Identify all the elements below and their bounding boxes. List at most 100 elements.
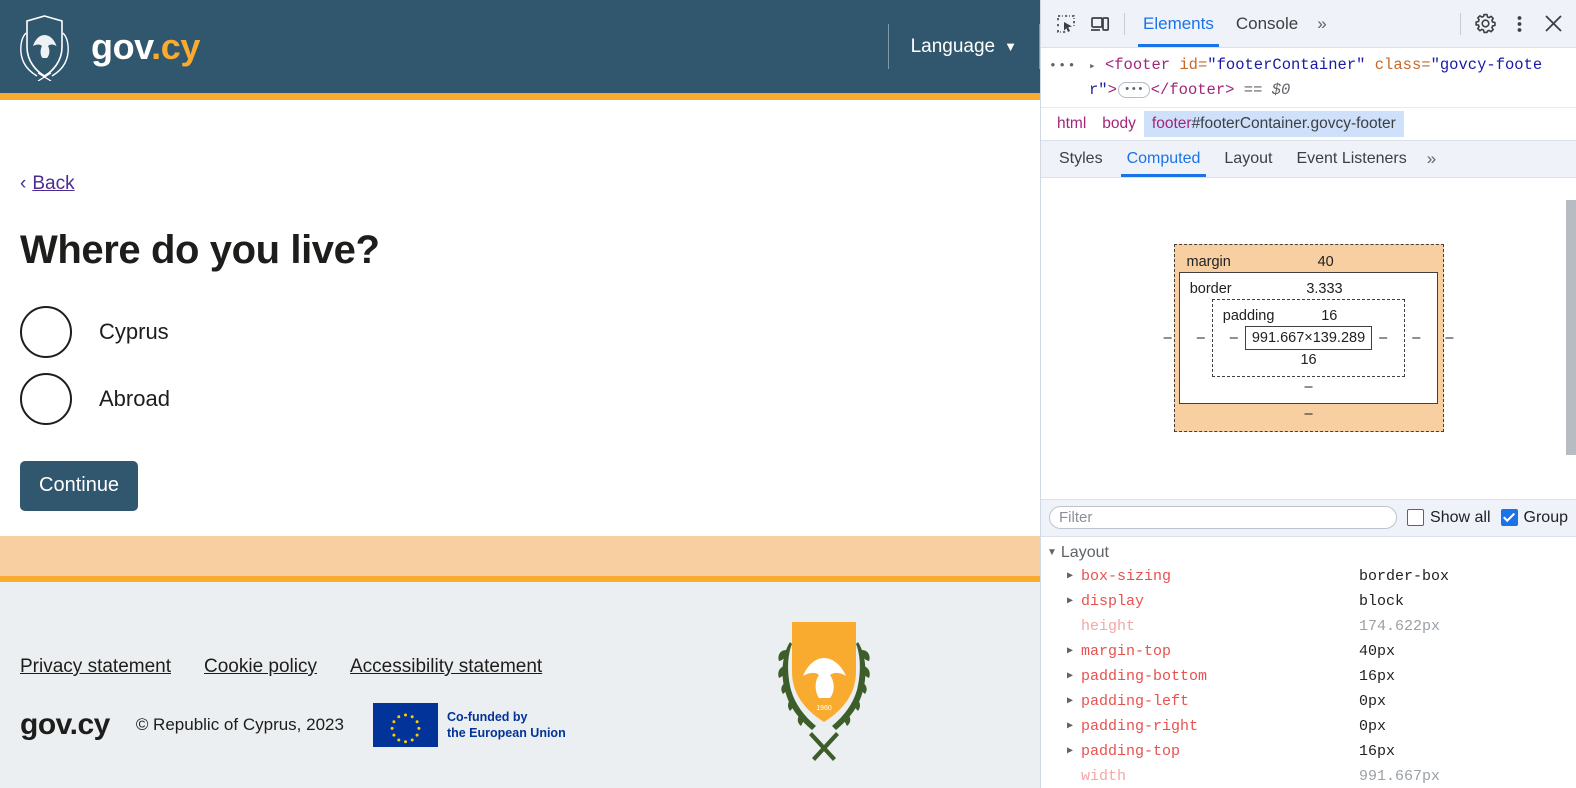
property-twisty-icon[interactable]: ▶ (1067, 670, 1081, 682)
site-brand: gov.cy (91, 26, 200, 68)
gear-icon[interactable] (1468, 7, 1502, 41)
footer-link-cookie-policy[interactable]: Cookie policy (204, 656, 317, 678)
box-model-padding-label: padding (1222, 308, 1275, 325)
property-row-box-sizing[interactable]: ▶ box-sizing border-box (1041, 564, 1576, 589)
property-value: 991.667px (1359, 767, 1441, 785)
site-header: gov.cy Language ▼ (0, 0, 1040, 93)
box-model-border-right[interactable]: – (1405, 330, 1427, 346)
language-selector-button[interactable]: Language ▼ (889, 36, 1039, 58)
property-row-margin-top[interactable]: ▶ margin-top 40px (1041, 639, 1576, 664)
breadcrumb-item-html[interactable]: html (1049, 111, 1094, 137)
radio-label-cyprus: Cyprus (99, 318, 169, 344)
box-model-scrollbar[interactable] (1566, 199, 1576, 455)
property-value: 40px (1359, 642, 1396, 660)
computed-properties-list[interactable]: ▼ Layout ▶ box-sizing border-box ▶ displ… (1041, 536, 1576, 788)
breadcrumb-item-body[interactable]: body (1094, 111, 1144, 137)
radio-option-abroad[interactable]: Abroad (20, 371, 1020, 426)
property-twisty-icon[interactable]: ▶ (1067, 695, 1081, 707)
inspect-element-icon[interactable] (1049, 7, 1083, 41)
property-row-display[interactable]: ▶ display block (1041, 589, 1576, 614)
property-row-padding-left[interactable]: ▶ padding-left 0px (1041, 689, 1576, 714)
property-twisty-icon[interactable]: ▶ (1067, 645, 1081, 657)
web-page: gov.cy Language ▼ ‹ Back Where do you li… (0, 0, 1040, 788)
crest-year: 1960 (816, 705, 832, 712)
property-row-height[interactable]: height 174.622px (1041, 614, 1576, 639)
device-toolbar-icon[interactable] (1083, 7, 1117, 41)
back-link[interactable]: ‹ Back (20, 173, 75, 195)
breadcrumb-item-footer[interactable]: footer#footerContainer.govcy-footer (1143, 110, 1404, 137)
group-checkbox[interactable] (1500, 509, 1518, 527)
property-row-width[interactable]: width 991.667px (1041, 764, 1576, 788)
dom-overflow-dots[interactable]: ••• (1049, 56, 1077, 77)
property-row-padding-top[interactable]: ▶ padding-top 16px (1041, 739, 1576, 764)
kebab-menu-icon[interactable] (1502, 7, 1536, 41)
box-model-padding[interactable]: padding 16 – 991.667×139.289 – 16 (1211, 299, 1406, 378)
box-model-border-left[interactable]: – (1190, 330, 1212, 346)
box-model-margin[interactable]: margin 40 – border 3.333 – padding 16 – … (1164, 244, 1453, 433)
property-twisty-icon[interactable]: ▶ (1067, 570, 1081, 582)
property-value: 174.622px (1359, 617, 1441, 635)
tab-elements[interactable]: Elements (1132, 1, 1225, 47)
tab-styles[interactable]: Styles (1047, 141, 1115, 177)
property-name: padding-bottom (1081, 667, 1208, 685)
footer-link-accessibility-statement[interactable]: Accessibility statement (350, 656, 542, 678)
dom-tree: ••• ▸ <footer id="footerContainer" class… (1041, 48, 1576, 108)
dom-attr-id-value: "footerContainer" (1207, 56, 1366, 74)
chevron-left-icon: ‹ (20, 173, 27, 194)
box-model-content-size[interactable]: 991.667×139.289 (1244, 326, 1373, 351)
dom-open-tag-close: > (1107, 80, 1117, 99)
tab-console[interactable]: Console (1225, 1, 1309, 47)
property-row-padding-right[interactable]: ▶ padding-right 0px (1041, 714, 1576, 739)
group-twisty-icon[interactable]: ▼ (1047, 547, 1057, 558)
property-twisty-icon[interactable]: ▶ (1067, 720, 1081, 732)
box-model-margin-bottom[interactable]: – (1187, 406, 1431, 422)
box-model-padding-bottom[interactable]: 16 (1223, 352, 1394, 368)
box-model-border[interactable]: border 3.333 – padding 16 – 991.667×139.… (1178, 272, 1439, 405)
dom-node-footer[interactable]: ▸ <footer id="footerContainer" class="go… (1047, 53, 1570, 103)
property-name: padding-right (1081, 717, 1199, 735)
property-name: margin-top (1081, 642, 1172, 660)
dom-expand-triangle[interactable]: ▸ (1089, 61, 1096, 73)
box-model-margin-label: margin (1186, 254, 1231, 271)
eu-cofunding-badge: Co-funded by the European Union (372, 703, 566, 747)
tab-computed[interactable]: Computed (1115, 141, 1213, 177)
show-all-checkbox[interactable] (1407, 509, 1425, 527)
radio-button-abroad[interactable] (20, 372, 72, 425)
screenshot-root: gov.cy Language ▼ ‹ Back Where do you li… (0, 0, 1576, 788)
property-twisty-icon[interactable]: ▶ (1067, 745, 1081, 757)
box-model-border-top[interactable]: 3.333 (1256, 281, 1394, 297)
dom-collapsed-children[interactable]: ••• (1117, 81, 1150, 98)
radio-button-cyprus[interactable] (20, 305, 72, 358)
property-row-padding-bottom[interactable]: ▶ padding-bottom 16px (1041, 664, 1576, 689)
box-model-padding-left[interactable]: – (1223, 330, 1245, 346)
back-link-label: Back (32, 173, 75, 194)
continue-button[interactable]: Continue (20, 461, 139, 511)
property-group-layout[interactable]: ▼ Layout (1041, 542, 1576, 564)
eu-cofunding-line2: the European Union (446, 726, 566, 740)
dom-close-tag: </footer> (1150, 80, 1235, 99)
property-value: 0px (1359, 717, 1387, 735)
property-twisty-icon[interactable]: ▶ (1067, 595, 1081, 607)
box-model-margin-top[interactable]: 40 (1255, 254, 1397, 270)
box-model-margin-right[interactable]: – (1438, 330, 1460, 346)
box-model-border-header: border 3.333 (1190, 281, 1428, 297)
show-all-checkbox-group[interactable]: Show all (1407, 509, 1491, 527)
devtools-panel: Elements Console » ••• ▸ <footer id="foo… (1040, 0, 1576, 788)
box-model-margin-left[interactable]: – (1157, 330, 1179, 346)
box-model-padding-right[interactable]: – (1372, 330, 1394, 346)
box-model-padding-top[interactable]: 16 (1298, 308, 1360, 324)
tab-event-listeners[interactable]: Event Listeners (1284, 141, 1418, 177)
more-sidebar-tabs-icon[interactable]: » (1419, 149, 1444, 169)
close-icon[interactable] (1536, 7, 1570, 41)
box-model-border-bottom[interactable]: – (1190, 379, 1428, 395)
group-checkbox-group[interactable]: Group (1500, 508, 1568, 527)
more-tabs-icon[interactable]: » (1309, 14, 1334, 34)
site-brand-tld: .cy (151, 25, 200, 67)
filter-input[interactable] (1049, 506, 1398, 530)
eu-stars-icon (372, 703, 438, 747)
property-name: box-sizing (1081, 567, 1172, 585)
tab-layout[interactable]: Layout (1212, 141, 1284, 177)
radio-option-cyprus[interactable]: Cyprus (20, 304, 1020, 359)
footer-link-privacy-statement[interactable]: Privacy statement (20, 656, 171, 678)
group-label: Group (1523, 508, 1568, 526)
